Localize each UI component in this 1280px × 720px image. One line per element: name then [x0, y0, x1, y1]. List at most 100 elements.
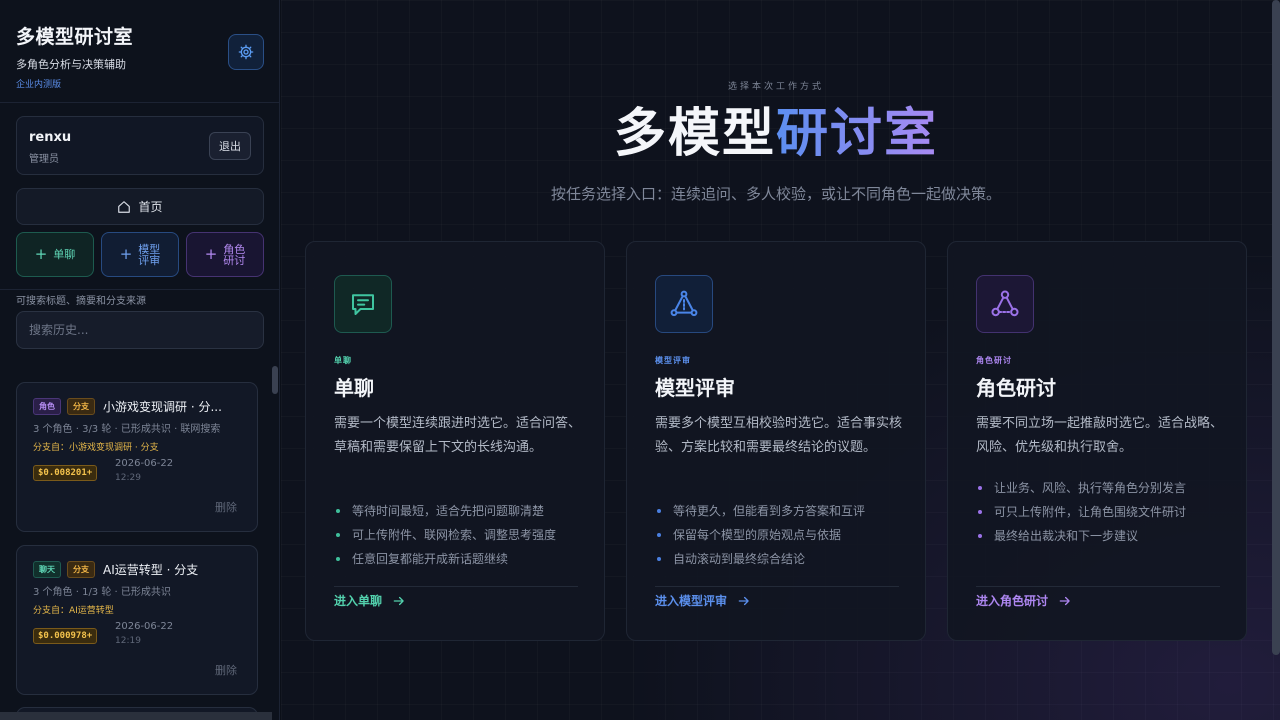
history-time: 12:19	[115, 636, 141, 646]
title-gradient: 研讨室	[776, 104, 939, 164]
mode-card-review[interactable]: 模型评审 模型评审 需要多个模型互相校验时选它。适合事实核验、方案比较和需要最终…	[626, 241, 926, 641]
branch-tag: 分支	[67, 561, 95, 578]
arrow-right-icon	[1059, 596, 1070, 605]
edition-label: 企业内测版	[16, 80, 62, 90]
search-hint: 可搜索标题、摘要和分支来源	[16, 296, 146, 307]
arrow-right-icon	[393, 596, 404, 605]
link-label: 进入模型评审	[655, 594, 728, 608]
card-icon-box	[976, 275, 1034, 333]
page-subtitle: 按任务选择入口：连续追问、多人校验，或让不同角色一起做决策。	[550, 185, 1001, 203]
new-review-button[interactable]: + 模型 评审	[101, 232, 179, 277]
card-divider	[976, 586, 1220, 587]
card-divider	[334, 586, 578, 587]
role-network-icon	[991, 290, 1019, 317]
feature-item: 可上传附件、联网检索、调整思考强度	[334, 523, 556, 547]
enter-review-link[interactable]: 进入模型评审	[655, 592, 751, 609]
card-feature-list: 等待更久，但能看到多方答案和互评 保留每个模型的原始观点与依据 自动滚动到最终综…	[655, 499, 865, 571]
plus-icon: +	[204, 245, 218, 263]
enter-chat-link[interactable]: 进入单聊	[334, 592, 406, 609]
home-button[interactable]: 首页	[16, 188, 264, 225]
feature-item: 最终给出裁决和下一步建议	[976, 524, 1186, 548]
history-meta: 3 个角色 · 1/3 轮 · 已形成共识	[33, 587, 171, 598]
card-title: 单聊	[334, 376, 374, 400]
link-label: 进入角色研讨	[976, 594, 1049, 608]
card-description: 需要不同立场一起推敲时选它。适合战略、风险、优先级和执行取舍。	[976, 416, 1224, 455]
settings-button[interactable]	[228, 34, 264, 70]
card-description: 需要多个模型互相校验时选它。适合事实核验、方案比较和需要最终结论的议题。	[655, 416, 903, 455]
card-kicker: 角色研讨	[976, 356, 1012, 365]
new-chat-button[interactable]: + 单聊	[16, 232, 94, 277]
home-icon	[118, 200, 131, 213]
cost-badge: $0.008201+	[33, 465, 98, 481]
brand: 多模型研讨室 多角色分析与决策辅助 企业内测版	[16, 22, 133, 90]
card-description: 需要一个模型连续跟进时选它。适合问答、草稿和需要保留上下文的长线沟通。	[334, 416, 582, 455]
feature-item: 等待时间最短，适合先把问题聊清楚	[334, 499, 556, 523]
app-subtitle: 多角色分析与决策辅助	[16, 58, 126, 71]
history-date: 2026-06-22	[115, 458, 174, 469]
feature-item: 可只上传附件，让角色围绕文件研讨	[976, 500, 1186, 524]
logout-button[interactable]: 退出	[209, 132, 251, 160]
user-card: renxu 管理员 退出	[16, 116, 264, 175]
enter-role-link[interactable]: 进入角色研讨	[976, 592, 1072, 609]
new-role-discussion-button[interactable]: + 角色 研讨	[186, 232, 264, 277]
mode-card-role[interactable]: 角色研讨 角色研讨 需要不同立场一起推敲时选它。适合战略、风险、优先级和执行取舍…	[947, 241, 1247, 641]
history-meta: 3 个角色 · 3/3 轮 · 已形成共识 · 联网搜索	[33, 424, 221, 435]
main-content: 选择本次工作方式 多模型研讨室 按任务选择入口：连续追问、多人校验，或让不同角色…	[281, 0, 1280, 720]
arrow-right-icon	[738, 596, 749, 605]
triangle-network-icon	[670, 290, 698, 317]
feature-item: 让业务、风险、执行等角色分别发言	[976, 476, 1186, 500]
history-branch-source: 分支自：小游戏变现调研 · 分支	[33, 443, 159, 453]
card-title: 角色研讨	[976, 376, 1056, 400]
feature-item: 保留每个模型的原始观点与依据	[655, 523, 865, 547]
role-tag: 角色	[33, 398, 61, 415]
history-branch-source: 分支自：AI运营转型	[33, 606, 114, 616]
sidebar-scrollbar[interactable]	[272, 366, 278, 394]
new-chat-label: 单聊	[53, 248, 76, 261]
card-feature-list: 等待时间最短，适合先把问题聊清楚 可上传附件、联网检索、调整思考强度 任意回复都…	[334, 499, 556, 571]
card-kicker: 模型评审	[655, 356, 691, 365]
new-review-label: 模型 评审	[138, 242, 161, 267]
page-scrollbar[interactable]	[1272, 0, 1280, 655]
divider	[0, 102, 279, 103]
card-feature-list: 让业务、风险、执行等角色分别发言 可只上传附件，让角色围绕文件研讨 最终给出裁决…	[976, 476, 1186, 548]
page-kicker: 选择本次工作方式	[727, 82, 824, 92]
gear-icon	[238, 44, 254, 60]
card-divider	[655, 586, 899, 587]
card-title: 模型评审	[655, 376, 735, 400]
plus-icon: +	[119, 245, 133, 263]
horizontal-scrollbar[interactable]	[0, 712, 272, 720]
history-title: 小游戏变现调研 · 分...	[103, 400, 222, 414]
feature-item: 等待更久，但能看到多方答案和互评	[655, 499, 865, 523]
app-title: 多模型研讨室	[16, 26, 134, 48]
history-tags: 角色 分支 小游戏变现调研 · 分...	[33, 398, 222, 415]
chat-bubble-icon	[352, 294, 374, 315]
mode-card-chat[interactable]: 单聊 单聊 需要一个模型连续跟进时选它。适合问答、草稿和需要保留上下文的长线沟通…	[305, 241, 605, 641]
history-time: 12:29	[115, 473, 141, 483]
feature-item: 任意回复都能开成新话题继续	[334, 547, 556, 571]
feature-item: 自动滚动到最终综合结论	[655, 547, 865, 571]
page-title: 多模型研讨室	[281, 102, 1271, 166]
history-title: AI运营转型 · 分支	[103, 563, 199, 577]
cost-badge: $0.000978+	[33, 628, 98, 644]
card-kicker: 单聊	[334, 356, 352, 365]
branch-tag: 分支	[67, 398, 95, 415]
user-role: 管理员	[29, 154, 59, 165]
card-icon-box	[334, 275, 392, 333]
delete-button[interactable]: 删除	[215, 662, 237, 678]
divider	[0, 289, 279, 290]
title-white: 多模型	[613, 104, 776, 164]
history-item[interactable]: 角色 分支 小游戏变现调研 · 分... 3 个角色 · 3/3 轮 · 已形成…	[16, 382, 258, 532]
home-label: 首页	[138, 200, 163, 214]
history-item[interactable]: 聊天 分支 AI运营转型 · 分支 3 个角色 · 1/3 轮 · 已形成共识 …	[16, 545, 258, 695]
user-name: renxu	[29, 130, 72, 145]
card-icon-box	[655, 275, 713, 333]
plus-icon: +	[34, 245, 48, 263]
sidebar: 多模型研讨室 多角色分析与决策辅助 企业内测版 renxu 管理员 退出 首页 …	[0, 0, 280, 720]
history-date: 2026-06-22	[115, 621, 174, 632]
delete-button[interactable]: 删除	[215, 499, 237, 515]
chat-tag: 聊天	[33, 561, 61, 578]
new-role-label: 角色 研讨	[223, 242, 246, 267]
link-label: 进入单聊	[334, 594, 383, 608]
history-tags: 聊天 分支 AI运营转型 · 分支	[33, 561, 198, 578]
history-search-input[interactable]	[16, 311, 264, 349]
